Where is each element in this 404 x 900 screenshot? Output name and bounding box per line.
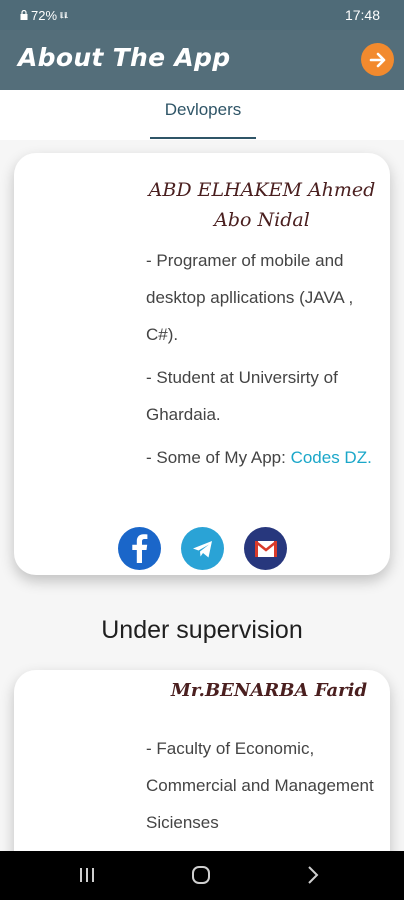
- facebook-icon: [132, 534, 148, 563]
- bullet-faculty: - Faculty of Economic, Commercial and Ma…: [146, 739, 374, 832]
- signal-icon: lᵢl. lᵢl.: [60, 11, 68, 20]
- supervisor-card: Mr.BENARBA Farid - Faculty of Economic, …: [14, 670, 390, 851]
- supervisor-name: Mr.BENARBA Farid: [170, 680, 368, 701]
- bullet-student: - Student at Universirty of Ghardaia.: [146, 368, 338, 424]
- mail-icon: [254, 540, 277, 557]
- supervisor-bullets: - Faculty of Economic, Commercial and Ma…: [146, 730, 380, 847]
- telegram-icon: [192, 540, 212, 557]
- tab-indicator: [150, 137, 256, 139]
- my-app-label: - Some of My App:: [146, 448, 291, 467]
- clock: 17:48: [344, 7, 380, 23]
- developer-name-line2: Abo Nidal: [214, 209, 310, 231]
- social-links: [118, 527, 287, 570]
- next-button[interactable]: [361, 43, 394, 76]
- tab-devlopers[interactable]: Devlopers: [150, 100, 256, 138]
- chevron-right-icon: [308, 866, 319, 884]
- bullet-programmer: - Programer of mobile and desktop apllic…: [146, 251, 354, 344]
- developer-bullets: - Programer of mobile and desktop apllic…: [146, 242, 380, 482]
- bullet-my-app: - Some of My App: Codes DZ.: [146, 439, 380, 476]
- back-button[interactable]: [302, 863, 324, 887]
- developer-card: ABD ELHAKEM Ahmed Abo Nidal - Programer …: [14, 153, 390, 575]
- battery-percent: 72%: [31, 8, 58, 23]
- recent-apps-icon: [80, 868, 94, 882]
- lock-icon: [20, 8, 28, 23]
- codes-dz-link[interactable]: Codes DZ.: [291, 448, 372, 467]
- facebook-button[interactable]: [118, 527, 161, 570]
- content-area[interactable]: ABD ELHAKEM Ahmed Abo Nidal - Programer …: [0, 140, 404, 851]
- telegram-button[interactable]: [181, 527, 224, 570]
- home-icon: [192, 866, 210, 884]
- developer-name-line1: ABD ELHAKEM Ahmed: [148, 179, 376, 201]
- page-title: About The App: [18, 43, 231, 72]
- status-bar: 72% lᵢl. lᵢl. 17:48: [0, 0, 404, 30]
- app-bar: About The App: [0, 30, 404, 90]
- arrow-right-icon: [369, 52, 385, 67]
- recent-apps-button[interactable]: [76, 863, 98, 887]
- home-button[interactable]: [188, 863, 214, 887]
- developer-name: ABD ELHAKEM Ahmed Abo Nidal: [134, 175, 390, 235]
- gmail-button[interactable]: [244, 527, 287, 570]
- navigation-bar: [0, 851, 404, 900]
- status-left: 72% lᵢl. lᵢl.: [20, 8, 68, 23]
- supervision-title: Under supervision: [101, 616, 303, 644]
